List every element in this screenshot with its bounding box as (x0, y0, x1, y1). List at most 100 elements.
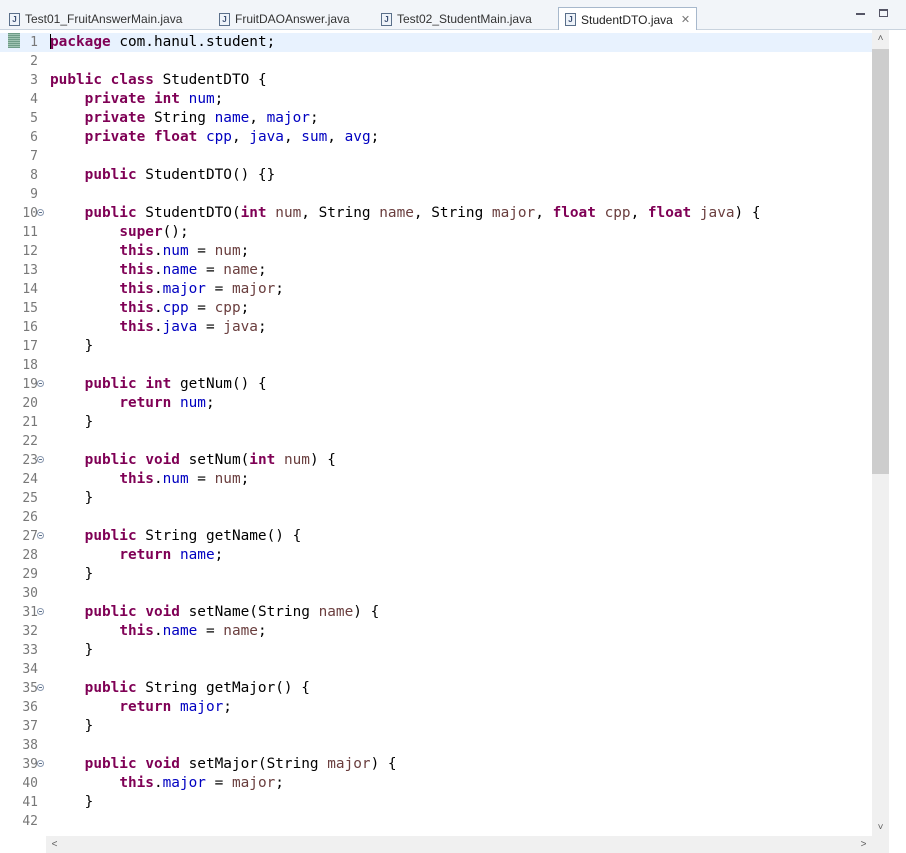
code-token: num (214, 243, 241, 259)
code-token: = (188, 471, 215, 487)
code-line[interactable]: 7 (0, 147, 872, 166)
scroll-right-icon[interactable]: ˃ (855, 836, 872, 853)
tab-test02-studentmain[interactable]: J Test02_StudentMain.java (374, 7, 554, 30)
code-line[interactable]: 19 public int getNum() { (0, 375, 872, 394)
code-line[interactable]: 37 } (0, 717, 872, 736)
code-line[interactable]: 31 public void setName(String name) { (0, 603, 872, 622)
fold-collapse-icon[interactable] (37, 456, 44, 463)
code-line[interactable]: 14 this.major = major; (0, 280, 872, 299)
code-line[interactable]: 22 (0, 432, 872, 451)
code-line[interactable]: 41 } (0, 793, 872, 812)
code-line[interactable]: 17 } (0, 337, 872, 356)
code-line[interactable]: 3 public class StudentDTO { (0, 71, 872, 90)
code-line[interactable]: 32 this.name = name; (0, 622, 872, 641)
fold-collapse-icon[interactable] (37, 608, 44, 615)
code-text: public void setMajor(String major) { (50, 755, 397, 774)
code-token: com.hanul.student; (110, 34, 276, 50)
code-line[interactable]: 18 (0, 356, 872, 375)
horizontal-scrollbar[interactable]: ˂ ˃ (46, 836, 872, 853)
line-number: 39 (22, 757, 38, 772)
code-token: . (153, 775, 163, 791)
code-token: = (188, 243, 215, 259)
code-line[interactable]: 24 this.num = num; (0, 470, 872, 489)
code-text: this.java = java; (50, 318, 266, 337)
code-line[interactable]: 34 (0, 660, 872, 679)
vertical-scrollbar[interactable]: ˄ ˅ (872, 30, 889, 836)
code-line[interactable]: 29 } (0, 565, 872, 584)
code-text: this.name = name; (50, 261, 266, 280)
code-token: java (249, 129, 284, 145)
vertical-scroll-thumb[interactable] (872, 49, 889, 474)
code-token: this (119, 281, 154, 297)
code-text: this.major = major; (50, 774, 284, 793)
code-line[interactable]: 27 public String getName() { (0, 527, 872, 546)
code-line[interactable]: 9 (0, 185, 872, 204)
code-line[interactable]: 40 this.major = major; (0, 774, 872, 793)
code-line[interactable]: 20 return num; (0, 394, 872, 413)
code-line[interactable]: 42 (0, 812, 872, 831)
line-number: 26 (22, 510, 38, 525)
code-line[interactable]: 16 this.java = java; (0, 318, 872, 337)
code-token: void (145, 604, 180, 620)
code-line[interactable]: 25 } (0, 489, 872, 508)
code-line[interactable]: 15 this.cpp = cpp; (0, 299, 872, 318)
code-token: num (162, 471, 189, 487)
code-editor[interactable]: 1 package com.hanul.student; 2 3 public clas… (0, 30, 906, 853)
code-line[interactable]: 26 (0, 508, 872, 527)
code-token: cpp (604, 205, 631, 221)
code-line[interactable]: 12 this.num = num; (0, 242, 872, 261)
scroll-left-icon[interactable]: ˂ (46, 836, 63, 853)
fold-collapse-icon[interactable] (37, 760, 44, 767)
code-line[interactable]: 28 return name; (0, 546, 872, 565)
code-line[interactable]: 5 private String name, major; (0, 109, 872, 128)
code-line[interactable]: 39 public void setMajor(String major) { (0, 755, 872, 774)
code-line[interactable]: 10 public StudentDTO(int num, String nam… (0, 204, 872, 223)
code-line[interactable]: 21 } (0, 413, 872, 432)
code-line[interactable]: 38 (0, 736, 872, 755)
code-token: public (84, 528, 137, 544)
code-line[interactable]: 35 public String getMajor() { (0, 679, 872, 698)
code-line[interactable]: 30 (0, 584, 872, 603)
code-line[interactable]: 4 private int num; (0, 90, 872, 109)
code-line[interactable]: 1 package com.hanul.student; (0, 33, 872, 52)
code-line[interactable]: 11 super(); (0, 223, 872, 242)
line-number: 16 (22, 320, 38, 335)
line-number: 42 (22, 814, 38, 829)
fold-collapse-icon[interactable] (37, 380, 44, 387)
scroll-up-icon[interactable]: ˄ (872, 30, 889, 47)
code-text: return num; (50, 394, 214, 413)
code-token: ) { (734, 205, 761, 221)
code-text: this.num = num; (50, 242, 249, 261)
close-tab-icon[interactable]: ✕ (681, 13, 690, 26)
fold-collapse-icon[interactable] (37, 209, 44, 216)
code-line[interactable]: 2 (0, 52, 872, 71)
fold-collapse-icon[interactable] (37, 684, 44, 691)
code-line[interactable]: 6 private float cpp, java, sum, avg; (0, 128, 872, 147)
fold-collapse-icon[interactable] (37, 532, 44, 539)
code-token: setNum( (179, 452, 250, 468)
line-number: 18 (22, 358, 38, 373)
code-token: return (119, 699, 172, 715)
tab-fruitdaoanswer[interactable]: J FruitDAOAnswer.java (212, 7, 372, 30)
line-number: 36 (22, 700, 38, 715)
code-token: (); (162, 224, 189, 240)
code-line[interactable]: 36 return major; (0, 698, 872, 717)
minimize-icon[interactable] (856, 9, 865, 15)
scroll-down-icon[interactable]: ˅ (872, 819, 889, 836)
code-line[interactable]: 8 public StudentDTO() {} (0, 166, 872, 185)
code-line[interactable]: 23 public void setNum(int num) { (0, 451, 872, 470)
code-token: sum (301, 129, 328, 145)
tab-studentdto[interactable]: J StudentDTO.java ✕ (558, 7, 697, 31)
code-token: ; (214, 547, 224, 563)
code-line[interactable]: 33 } (0, 641, 872, 660)
tab-test01-fruitanswermain[interactable]: J Test01_FruitAnswerMain.java (2, 7, 200, 30)
maximize-icon[interactable] (879, 9, 888, 17)
code-text: } (50, 489, 94, 508)
code-line[interactable]: 13 this.name = name; (0, 261, 872, 280)
